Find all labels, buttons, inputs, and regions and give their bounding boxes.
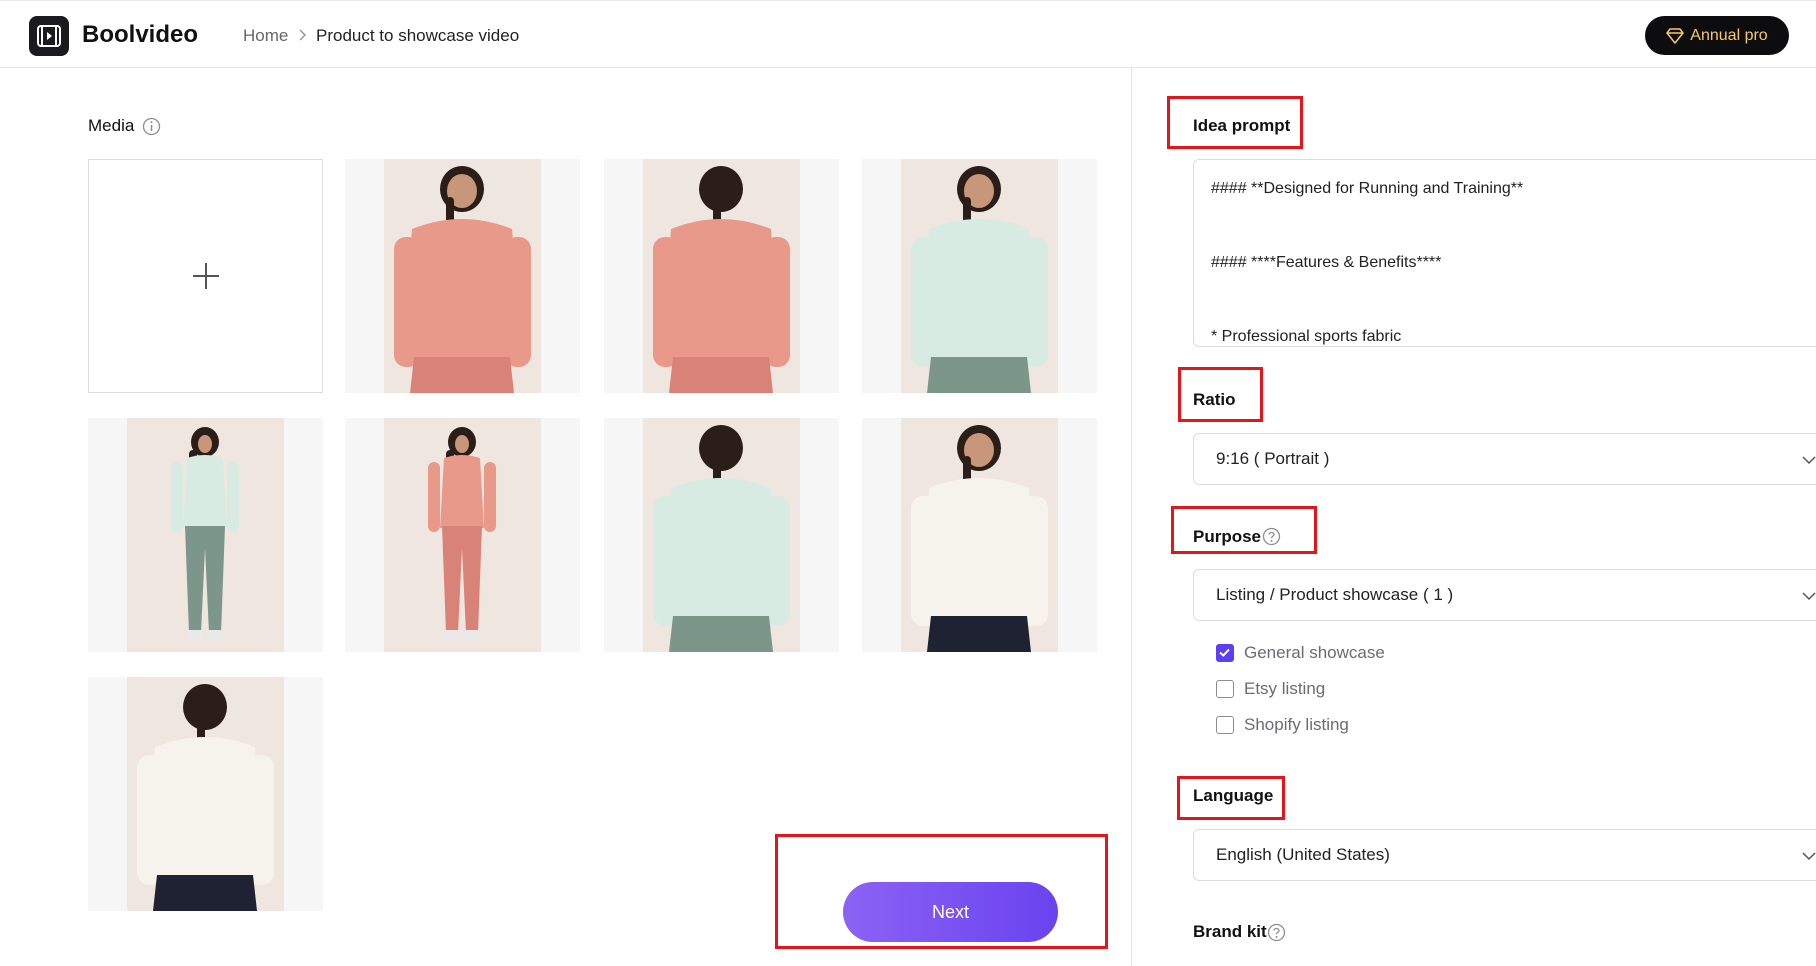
- product-image-4[interactable]: [88, 418, 323, 652]
- top-header: Boolvideo Home Product to showcase video…: [0, 0, 1816, 68]
- product-image-6[interactable]: [604, 418, 839, 652]
- brand-kit-label: Brand kit: [1193, 922, 1267, 941]
- product-photo: [643, 159, 800, 393]
- ratio-label: Ratio: [1193, 390, 1236, 409]
- language-label: Language: [1193, 786, 1274, 805]
- prompt-line: * Professional sports fabric: [1211, 328, 1402, 345]
- option-label: Shopify listing: [1244, 715, 1349, 734]
- purpose-select[interactable]: Listing / Product showcase ( 1 ): [1193, 569, 1816, 621]
- product-photo: [384, 418, 541, 652]
- idea-prompt-label: Idea prompt: [1193, 116, 1291, 135]
- chevron-down-icon: [1802, 852, 1816, 861]
- diamond-icon: [1666, 27, 1685, 44]
- info-icon[interactable]: [142, 117, 161, 136]
- next-button[interactable]: Next: [843, 882, 1058, 942]
- ratio-select[interactable]: 9:16 ( Portrait ): [1193, 433, 1816, 485]
- logo-icon[interactable]: [29, 16, 69, 56]
- product-photo: [384, 159, 541, 393]
- chevron-right-icon: [299, 29, 307, 41]
- product-image-3[interactable]: [862, 159, 1097, 393]
- media-label: Media: [88, 116, 135, 135]
- product-image-7[interactable]: [862, 418, 1097, 652]
- product-photo: [127, 418, 284, 652]
- checkbox[interactable]: [1216, 680, 1234, 698]
- purpose-value: Listing / Product showcase ( 1 ): [1216, 585, 1454, 604]
- purpose-option-general-showcase[interactable]: General showcase: [1216, 643, 1385, 663]
- breadcrumb-current: Product to showcase video: [316, 26, 520, 45]
- breadcrumb-home[interactable]: Home: [243, 26, 288, 46]
- product-photo: [643, 418, 800, 652]
- plus-icon: [193, 263, 219, 289]
- language-select[interactable]: English (United States): [1193, 829, 1816, 881]
- help-icon[interactable]: [1262, 527, 1281, 546]
- chevron-down-icon: [1802, 592, 1816, 601]
- purpose-label: Purpose: [1193, 527, 1262, 546]
- checkbox-checked[interactable]: [1216, 644, 1234, 662]
- purpose-option-etsy-listing[interactable]: Etsy listing: [1216, 679, 1325, 699]
- product-image-2[interactable]: [604, 159, 839, 393]
- product-image-8[interactable]: [88, 677, 323, 911]
- product-photo: [127, 677, 284, 911]
- prompt-line: #### ****Features & Benefits****: [1211, 254, 1442, 271]
- chevron-down-icon: [1802, 456, 1816, 465]
- ratio-value: 9:16 ( Portrait ): [1216, 449, 1330, 468]
- option-label: Etsy listing: [1244, 679, 1326, 698]
- annual-pro-button[interactable]: Annual pro: [1645, 16, 1789, 55]
- option-label: General showcase: [1244, 643, 1385, 662]
- purpose-option-shopify-listing[interactable]: Shopify listing: [1216, 715, 1349, 735]
- upload-media-button[interactable]: [88, 159, 323, 393]
- language-value: English (United States): [1216, 845, 1390, 864]
- app-name[interactable]: Boolvideo: [82, 21, 198, 49]
- help-icon[interactable]: [1267, 923, 1286, 942]
- panel-divider: [1131, 68, 1132, 966]
- idea-prompt-textarea[interactable]: #### **Designed for Running and Training…: [1193, 159, 1816, 347]
- product-photo: [901, 159, 1058, 393]
- checkbox[interactable]: [1216, 716, 1234, 734]
- prompt-line: #### **Designed for Running and Training…: [1211, 180, 1524, 197]
- annual-pro-label: Annual pro: [1690, 26, 1768, 44]
- product-photo: [901, 418, 1058, 652]
- product-image-5[interactable]: [345, 418, 580, 652]
- product-image-1[interactable]: [345, 159, 580, 393]
